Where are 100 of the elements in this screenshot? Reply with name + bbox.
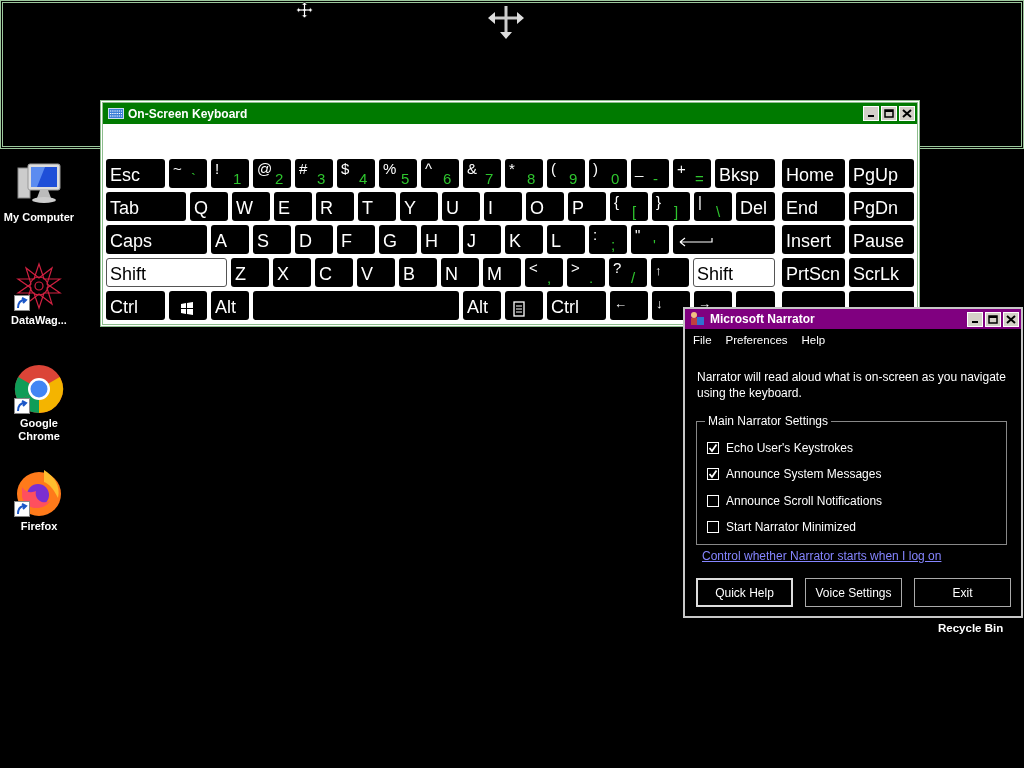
keyboard-key[interactable]: ^ 6 [421, 159, 459, 188]
keyboard-key[interactable]: Tab [106, 192, 186, 221]
keyboard-key[interactable]: PgUp [849, 159, 914, 188]
keyboard-key[interactable]: N [441, 258, 479, 287]
keyboard-key[interactable]: Esc [106, 159, 165, 188]
keyboard-key[interactable]: T [358, 192, 396, 221]
keyboard-key[interactable]: _ - [631, 159, 669, 188]
keyboard-key[interactable] [169, 291, 207, 320]
keyboard-key[interactable]: PrtScn [782, 258, 845, 287]
check-icon [708, 469, 718, 479]
dialog-button[interactable]: Voice Settings [805, 578, 902, 608]
keyboard-key[interactable]: ScrLk [849, 258, 914, 287]
maximize-button[interactable] [985, 311, 1001, 327]
checkbox[interactable] [707, 494, 719, 507]
keyboard-key[interactable]: } ] [652, 192, 690, 221]
keyboard-key[interactable]: Z [231, 258, 269, 287]
keyboard-key[interactable]: Bksp [715, 159, 775, 188]
keyboard-key[interactable]: O [526, 192, 564, 221]
close-button[interactable] [1003, 311, 1019, 327]
menu-item[interactable]: Preferences [725, 332, 788, 350]
keyboard-key[interactable]: ↑ [651, 258, 689, 287]
option-label: Announce System Messages [726, 466, 882, 483]
keyboard-key[interactable]: @ 2 [253, 159, 291, 188]
keyboard-key[interactable]: : ; [589, 225, 627, 254]
maximize-button[interactable] [881, 106, 897, 121]
keyboard-key[interactable]: < , [525, 258, 563, 287]
keyboard-key[interactable]: V [357, 258, 395, 287]
keyboard-key[interactable]: Shift [693, 258, 775, 287]
keyboard-key[interactable]: G [379, 225, 417, 254]
star-pattern-icon [14, 261, 64, 311]
keyboard-key[interactable]: Alt [211, 291, 249, 320]
keyboard-key[interactable]: ) 0 [589, 159, 627, 188]
keyboard-key[interactable]: End [782, 192, 845, 221]
keyboard-key[interactable]: ( 9 [547, 159, 585, 188]
keyboard-key[interactable]: U [442, 192, 480, 221]
keyboard-key[interactable]: Shift [106, 258, 227, 287]
keyboard-key[interactable]: H [421, 225, 459, 254]
checkbox[interactable] [707, 441, 719, 454]
keyboard-key[interactable]: P [568, 192, 606, 221]
keyboard-key[interactable]: { [ [610, 192, 648, 221]
keyboard-key[interactable]: & 7 [463, 159, 501, 188]
minimize-button[interactable] [863, 106, 879, 121]
close-button[interactable] [899, 106, 915, 121]
keyboard-key[interactable]: Q [190, 192, 228, 221]
dialog-button[interactable]: Quick Help [696, 578, 793, 608]
check-icon [708, 442, 718, 453]
menu-item[interactable]: Help [801, 332, 826, 350]
keyboard-key[interactable]: L [547, 225, 585, 254]
keyboard-key[interactable]: | \ [694, 192, 732, 221]
keyboard-key[interactable]: ! 1 [211, 159, 249, 188]
keyboard-key[interactable]: X [273, 258, 311, 287]
keyboard-key[interactable]: S [253, 225, 291, 254]
keyboard-key[interactable]: Home [782, 159, 845, 188]
minimize-icon [868, 115, 874, 117]
keyboard-key[interactable]: A [211, 225, 249, 254]
keyboard-key[interactable]: M [483, 258, 521, 287]
checkbox[interactable] [707, 521, 719, 533]
keyboard-key[interactable]: Del [736, 192, 775, 221]
keyboard-key[interactable]: % 5 [379, 159, 417, 188]
keyboard-key[interactable]: Pause [849, 225, 914, 254]
keyboard-key[interactable]: ↓ [652, 291, 690, 320]
keyboard-key[interactable]: Caps [106, 225, 207, 254]
logon-link[interactable]: Control whether Narrator starts when I log on [685, 547, 942, 566]
keyboard-key[interactable]: J [463, 225, 501, 254]
keyboard-key[interactable]: " ' [631, 225, 669, 254]
keyboard-key[interactable]: D [295, 225, 333, 254]
keyboard-key[interactable]: F [337, 225, 375, 254]
icon-label[interactable]: Recycle Bin [938, 620, 1004, 638]
icon-label[interactable]: My Computer [3, 211, 75, 224]
keyboard-key[interactable]: E [274, 192, 312, 221]
keyboard-key[interactable]: PgDn [849, 192, 914, 221]
keyboard-key[interactable]: Alt [463, 291, 501, 320]
keyboard-key[interactable]: K [505, 225, 543, 254]
keyboard-key[interactable] [505, 291, 543, 320]
keyboard-key[interactable]: Y [400, 192, 438, 221]
keyboard-key[interactable]: R [316, 192, 354, 221]
keyboard-key[interactable]: ? / [609, 258, 647, 287]
keyboard-key[interactable]: Insert [782, 225, 845, 254]
keyboard-key[interactable]: > . [567, 258, 605, 287]
keyboard-key[interactable]: + = [673, 159, 711, 188]
maximize-icon [884, 109, 894, 118]
keyboard-key[interactable]: Ctrl [547, 291, 606, 320]
checkbox[interactable] [707, 468, 719, 480]
keyboard-key[interactable]: Ctrl [106, 291, 165, 320]
keyboard-key[interactable]: # 3 [295, 159, 333, 188]
dialog-button[interactable]: Exit [914, 578, 1011, 608]
keyboard-key[interactable]: B [399, 258, 437, 287]
keyboard-key[interactable]: C [315, 258, 353, 287]
minimize-button[interactable] [967, 311, 983, 327]
icon-label[interactable]: DataWag... [11, 314, 67, 327]
keyboard-key[interactable]: W [232, 192, 270, 221]
icon-label[interactable]: Firefox [20, 520, 58, 533]
keyboard-icon [108, 108, 124, 119]
keyboard-key[interactable]: ← [610, 291, 648, 320]
icon-label[interactable]: Google Chrome [1, 417, 77, 443]
keyboard-key[interactable]: ~ ` [169, 159, 207, 188]
keyboard-key[interactable]: $ 4 [337, 159, 375, 188]
menu-item[interactable]: File [693, 332, 712, 350]
keyboard-key[interactable]: I [484, 192, 522, 221]
keyboard-key[interactable]: * 8 [505, 159, 543, 188]
